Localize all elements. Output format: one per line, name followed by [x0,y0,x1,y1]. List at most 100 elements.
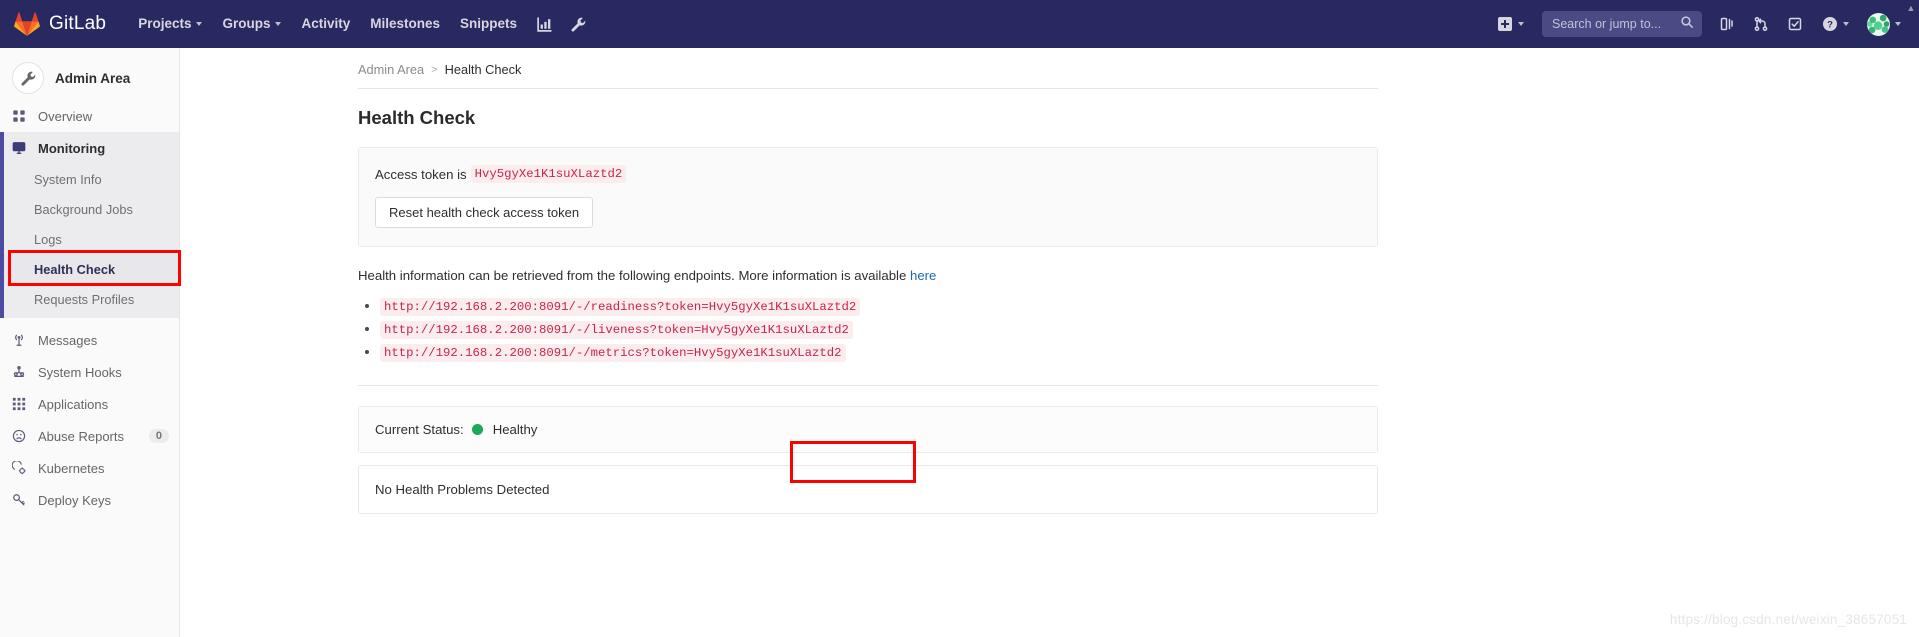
breadcrumb-divider [358,88,1378,89]
page-title: Health Check [358,107,476,128]
access-token-panel: Access token is Hvy5gyXe1K1suXLaztd2 Res… [358,147,1378,247]
nav-label-projects: Projects [138,16,192,31]
chevron-down-icon [1843,22,1849,26]
user-menu-button[interactable] [1859,12,1909,36]
primary-nav-links: Projects Groups Activity Milestones Snip… [128,0,595,48]
sidebar-label-logs: Logs [34,231,62,247]
gitlab-home-link[interactable]: GitLab [14,11,106,37]
sidebar-item-applications[interactable]: Applications [0,388,179,420]
status-indicator-dot-icon [471,423,483,435]
access-token-value: Hvy5gyXe1K1suXLaztd2 [470,165,627,183]
nav-item-groups[interactable]: Groups [212,0,291,48]
wrench-admin-icon[interactable] [561,0,595,48]
main-content: Admin Area > Health Check Health Check A… [180,48,1919,637]
admin-sidebar: Admin Area Overview Monitoring System In… [0,48,180,637]
reset-health-check-token-button[interactable]: Reset health check access token [375,197,594,228]
search-input[interactable] [1550,16,1680,32]
svg-text:?: ? [1827,20,1833,31]
key-icon [12,493,30,507]
issues-board-icon[interactable] [1710,0,1744,48]
monitor-icon [12,141,30,155]
sidebar-item-system-info[interactable]: System Info [0,164,179,194]
endpoints-info-text: Health information can be retrieved from… [358,268,907,283]
kubernetes-icon [12,461,30,475]
section-divider [358,384,1378,386]
avatar [1867,12,1890,36]
breadcrumb-separator-icon: > [431,63,438,76]
sidebar-label-abuse-reports: Abuse Reports [38,428,124,444]
nav-label-milestones: Milestones [370,16,441,31]
access-token-line: Access token is Hvy5gyXe1K1suXLaztd2 [375,165,1361,183]
endpoint-metrics-url[interactable]: http://192.168.2.200:8091/-/metrics?toke… [380,343,846,362]
sidebar-label-overview: Overview [38,108,93,124]
endpoints-list: http://192.168.2.200:8091/-/readiness?to… [358,297,1919,362]
sidebar-item-requests-profiles[interactable]: Requests Profiles [0,284,179,314]
nav-item-snippets[interactable]: Snippets [450,0,527,48]
top-navbar: GitLab Projects Groups Activity Mileston… [0,0,1919,48]
nav-label-groups: Groups [222,16,271,31]
scroll-up-arrow[interactable]: ▲ [1905,2,1917,14]
sidebar-label-monitoring: Monitoring [38,140,106,156]
list-item: http://192.168.2.200:8091/-/liveness?tok… [380,320,1919,339]
more-information-here-link[interactable]: here [910,268,936,283]
current-status-card: Current Status: Healthy [358,405,1378,453]
endpoints-info-paragraph: Health information can be retrieved from… [358,266,1919,286]
sidebar-title: Admin Area [55,70,131,86]
merge-request-icon[interactable] [1744,0,1778,48]
sidebar-item-health-check[interactable]: Health Check [0,254,179,284]
sidebar-label-requests-profiles: Requests Profiles [34,291,135,307]
access-token-prefix-label: Access token is [375,166,467,182]
sidebar-item-kubernetes[interactable]: Kubernetes [0,452,179,484]
chevron-down-icon [275,22,282,26]
search-box[interactable] [1542,11,1702,37]
sidebar-item-system-hooks[interactable]: System Hooks [0,356,179,388]
sidebar-item-monitoring[interactable]: Monitoring [0,132,179,164]
chevron-down-icon [1518,22,1524,26]
endpoint-readiness-url[interactable]: http://192.168.2.200:8091/-/readiness?to… [380,297,861,316]
sidebar-label-deploy-keys: Deploy Keys [38,492,111,508]
help-question-icon[interactable]: ? [1812,0,1859,48]
navbar-right-cluster: ? [1488,0,1919,48]
sidebar-item-abuse-reports[interactable]: Abuse Reports 0 [0,420,179,452]
apps-grid-icon [12,397,30,411]
sidebar-item-deploy-keys[interactable]: Deploy Keys [0,484,179,516]
list-item: http://192.168.2.200:8091/-/metrics?toke… [380,343,1919,362]
wrench-icon [12,62,44,94]
analytics-chart-icon[interactable] [527,0,561,48]
nav-item-projects[interactable]: Projects [128,0,212,48]
endpoint-liveness-url[interactable]: http://192.168.2.200:8091/-/liveness?tok… [380,320,853,339]
sidebar-label-system-info: System Info [34,171,102,187]
gitlab-admin-page: GitLab Projects Groups Activity Mileston… [0,0,1919,637]
gitlab-fox-logo-icon [14,11,40,37]
breadcrumb-admin-area[interactable]: Admin Area [358,62,424,77]
sidebar-item-messages[interactable]: Messages [0,324,179,356]
sidebar-label-health-check: Health Check [34,261,116,277]
current-status-label: Current Status: [375,421,464,437]
watermark-text: https://blog.csdn.net/weixin_38657051 [1669,612,1907,627]
sidebar-item-logs[interactable]: Logs [0,224,179,254]
sidebar-monitoring-submenu: System Info Background Jobs Logs Health … [0,164,179,318]
chevron-down-icon [196,22,203,26]
nav-item-milestones[interactable]: Milestones [360,0,450,48]
breadcrumb-current: Health Check [444,62,522,77]
sidebar-label-messages: Messages [38,332,98,348]
nav-item-activity[interactable]: Activity [291,0,360,48]
brand-text: GitLab [49,13,107,34]
sidebar-label-kubernetes: Kubernetes [38,460,105,476]
hook-icon [12,365,30,379]
search-icon[interactable] [1680,15,1694,34]
sidebar-item-background-jobs[interactable]: Background Jobs [0,194,179,224]
current-status-value: Healthy [492,421,538,437]
abuse-face-icon [12,429,30,443]
sidebar-label-background-jobs: Background Jobs [34,201,133,217]
current-status-row: Current Status: Healthy [359,406,1377,452]
create-new-button[interactable] [1488,0,1534,48]
sidebar-item-overview[interactable]: Overview [0,100,179,132]
todos-check-icon[interactable] [1778,0,1812,48]
list-item: http://192.168.2.200:8091/-/readiness?to… [380,297,1919,316]
grid-icon [12,109,30,123]
broadcast-icon [12,333,30,347]
nav-label-snippets: Snippets [460,16,518,31]
abuse-reports-count-badge: 0 [148,429,169,443]
chevron-down-icon [1895,22,1901,26]
